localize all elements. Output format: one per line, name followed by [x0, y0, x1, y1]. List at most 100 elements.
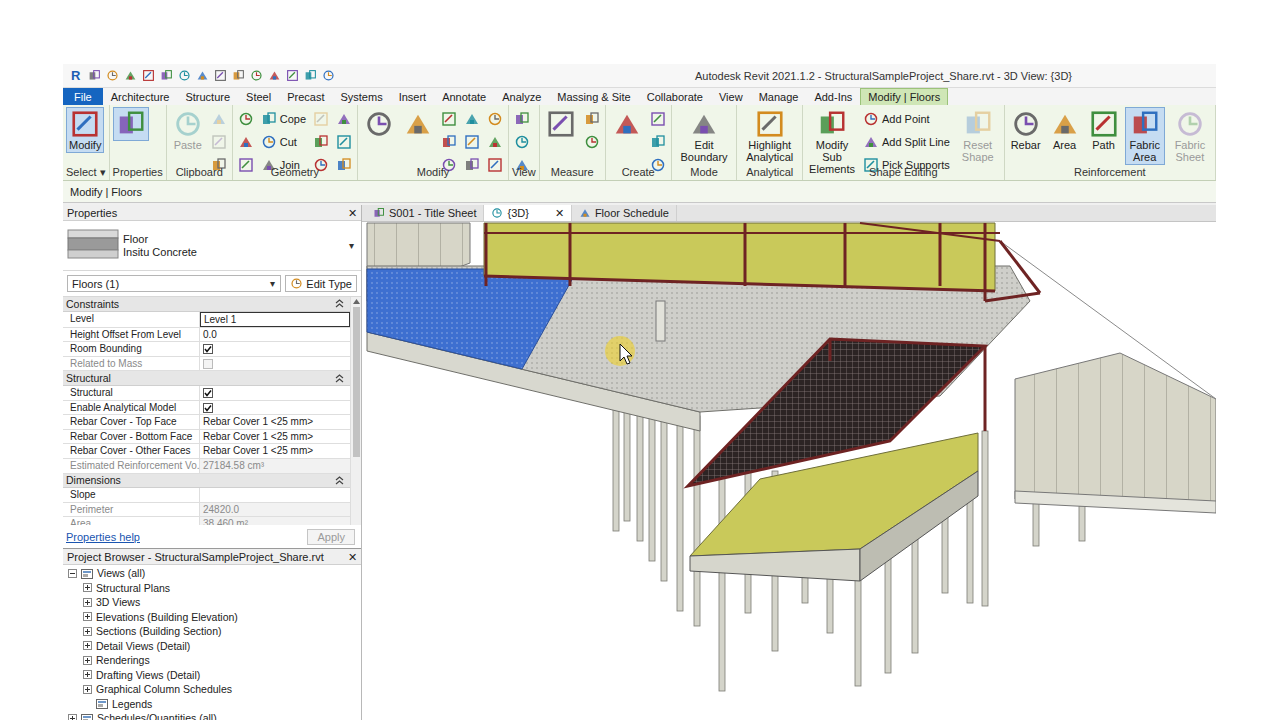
tool-icon[interactable] [546, 109, 576, 139]
tool-icon[interactable] [487, 134, 503, 150]
expand-toggle[interactable] [83, 583, 92, 592]
tool-body[interactable] [440, 133, 458, 151]
edit-type-icon[interactable] [290, 277, 303, 290]
button-body[interactable]: Rebar [1009, 108, 1043, 152]
tool-icon[interactable] [336, 134, 352, 150]
expand-toggle[interactable] [83, 656, 92, 665]
button-label[interactable]: Edit Boundary [678, 139, 731, 163]
tool-body[interactable]: Add Split Line [862, 133, 951, 151]
tool-item[interactable] [462, 109, 482, 129]
tool-icon[interactable] [464, 157, 480, 173]
close-button[interactable]: ✕ [348, 551, 357, 563]
button-face[interactable] [361, 107, 397, 141]
tool-icon[interactable] [863, 134, 879, 150]
button-body[interactable] [610, 108, 644, 140]
tool-icon[interactable] [1011, 109, 1041, 139]
expand-toggle[interactable] [68, 569, 77, 578]
tool-face[interactable] [311, 132, 331, 152]
collapse-icon[interactable] [335, 374, 344, 383]
ribbon-tab-label[interactable]: Precast [279, 88, 332, 105]
dropdown-arrow[interactable]: ▾ [346, 240, 357, 251]
group-header[interactable]: Constraints [63, 297, 350, 312]
ribbon-tab-label[interactable]: Add-Ins [806, 88, 860, 105]
tool-icon[interactable] [261, 111, 277, 127]
tool-icon[interactable] [238, 157, 254, 173]
tool-item[interactable] [209, 132, 229, 152]
tool-face[interactable] [462, 109, 482, 129]
button-body[interactable] [544, 108, 578, 140]
tool-icon[interactable] [313, 134, 329, 150]
toolbar-icon[interactable] [322, 69, 335, 82]
tree-item[interactable]: Detail Views (Detail) [63, 639, 361, 654]
ribbon-tab-label[interactable]: Steel [238, 88, 279, 105]
button-body[interactable]: Area [1048, 108, 1082, 152]
ribbon-tab[interactable]: Precast [279, 88, 332, 105]
tool-item[interactable] [311, 132, 331, 152]
tool-face[interactable] [236, 132, 256, 152]
button-face[interactable] [113, 107, 149, 141]
button-label[interactable]: Path [1092, 139, 1115, 151]
tool-face[interactable] [209, 109, 229, 129]
tool-icon[interactable] [689, 109, 719, 139]
tool-item[interactable] [485, 109, 505, 129]
tool-item[interactable]: Add Point [861, 109, 952, 129]
edit-type-button[interactable]: Edit Type [285, 275, 357, 292]
collapse-icon[interactable] [335, 476, 344, 485]
ribbon-tab-label[interactable]: Modify | Floors [860, 88, 948, 105]
tool-icon[interactable] [441, 111, 457, 127]
scroll-up-icon[interactable] [353, 299, 360, 304]
tool-face[interactable]: Add Split Line [861, 132, 952, 152]
toolbar-icon[interactable] [286, 69, 299, 82]
tool-item[interactable] [439, 109, 459, 129]
ribbon-button[interactable] [609, 107, 645, 141]
property-value[interactable]: Level 1 [200, 312, 350, 327]
tool-item[interactable]: Add Split Line [861, 132, 952, 152]
tool-face[interactable] [439, 109, 459, 129]
tree-label[interactable]: Detail Views (Detail) [96, 640, 190, 652]
tool-icon[interactable] [403, 109, 433, 139]
ribbon-tab[interactable]: Insert [391, 88, 435, 105]
tool-body[interactable]: Cut [260, 133, 298, 151]
button-face[interactable]: Rebar [1008, 107, 1044, 153]
tree-label[interactable]: Graphical Column Schedules [96, 683, 232, 695]
button-body[interactable] [401, 108, 435, 140]
tree-label[interactable]: 3D Views [96, 596, 140, 608]
tool-item[interactable] [462, 132, 482, 152]
toolbar-icon[interactable] [232, 69, 245, 82]
button-body[interactable]: Reset Shape [956, 108, 1000, 164]
scrollbar[interactable] [350, 297, 361, 525]
instance-filter[interactable]: Floors (1)▾ [67, 275, 281, 292]
tool-item[interactable] [485, 155, 505, 175]
tool-body[interactable] [335, 156, 353, 174]
tool-face[interactable] [209, 132, 229, 152]
ribbon-button[interactable]: Modify Sub Elements [806, 107, 858, 177]
tool-body[interactable] [312, 133, 330, 151]
tool-icon[interactable] [514, 134, 530, 150]
toolbar-icon[interactable] [214, 69, 227, 82]
button-body[interactable] [114, 108, 148, 140]
tool-face[interactable] [485, 109, 505, 129]
group-header[interactable]: Structural [63, 371, 350, 386]
ribbon-tab[interactable]: File [63, 88, 103, 105]
properties-help-link[interactable]: Properties help [66, 531, 140, 543]
tool-icon[interactable] [464, 134, 480, 150]
button-label[interactable]: Modify [69, 139, 101, 151]
tool-body[interactable] [463, 156, 481, 174]
tool-item[interactable] [485, 132, 505, 152]
button-face[interactable]: Edit Boundary [675, 107, 734, 165]
property-value[interactable]: Rebar Cover 1 <25 mm> [200, 415, 350, 429]
checkbox[interactable] [203, 403, 213, 413]
toolbar-icon[interactable] [88, 69, 101, 82]
button-face[interactable]: Fabric Sheet [1168, 107, 1212, 165]
view-tab-label[interactable]: S001 - Title Sheet [389, 207, 476, 219]
button-face[interactable]: Modify Sub Elements [806, 107, 858, 177]
tool-face[interactable] [334, 132, 354, 152]
tree-item[interactable]: Schedules/Quantities (all) [63, 711, 361, 720]
model-3d-view[interactable] [362, 222, 1216, 720]
ribbon-button[interactable] [361, 107, 397, 141]
ribbon-tab[interactable]: Steel [238, 88, 279, 105]
expand-toggle[interactable] [83, 598, 92, 607]
tool-icon[interactable] [173, 109, 203, 139]
tool-icon[interactable] [211, 134, 227, 150]
tool-body[interactable] [463, 133, 481, 151]
